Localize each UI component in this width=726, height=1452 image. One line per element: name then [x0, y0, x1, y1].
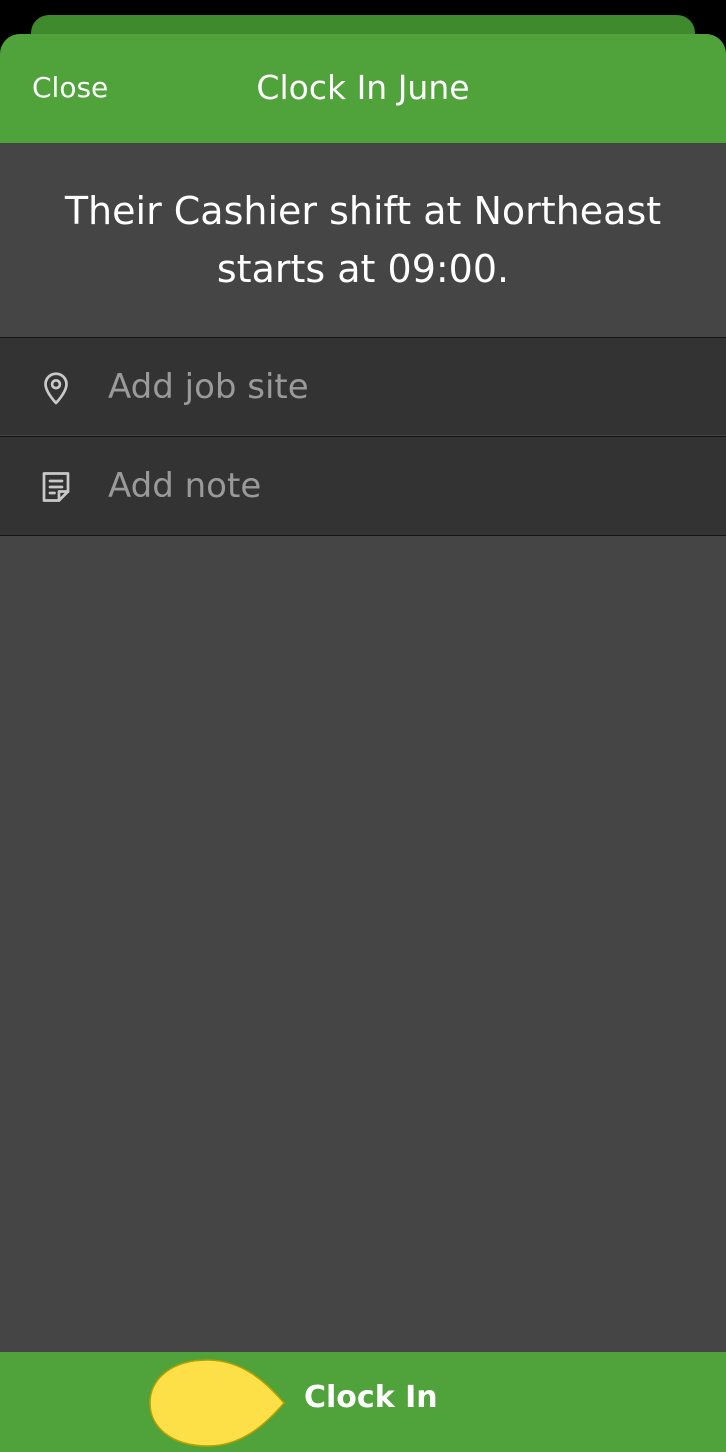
clock-in-screen: Close Clock In June Their Cashier shift …: [0, 0, 726, 1452]
note-placeholder: Add note: [108, 466, 262, 506]
clock-in-sheet: Close Clock In June Their Cashier shift …: [0, 34, 726, 1452]
page-title: Clock In June: [256, 68, 470, 107]
shift-info-text: Their Cashier shift at Northeast starts …: [64, 188, 662, 291]
clock-in-button[interactable]: Clock In: [0, 1352, 726, 1452]
job-site-field[interactable]: Add job site: [0, 337, 726, 435]
note-field[interactable]: Add note: [0, 436, 726, 536]
note-icon: [42, 472, 70, 502]
job-site-placeholder: Add job site: [108, 367, 309, 407]
pointer-hint-icon: [149, 1359, 285, 1447]
clock-in-label: Clock In: [304, 1380, 438, 1415]
header-bar: Close Clock In June: [0, 34, 726, 143]
shift-info-panel: Their Cashier shift at Northeast starts …: [0, 143, 726, 336]
location-pin-icon: [44, 372, 68, 405]
